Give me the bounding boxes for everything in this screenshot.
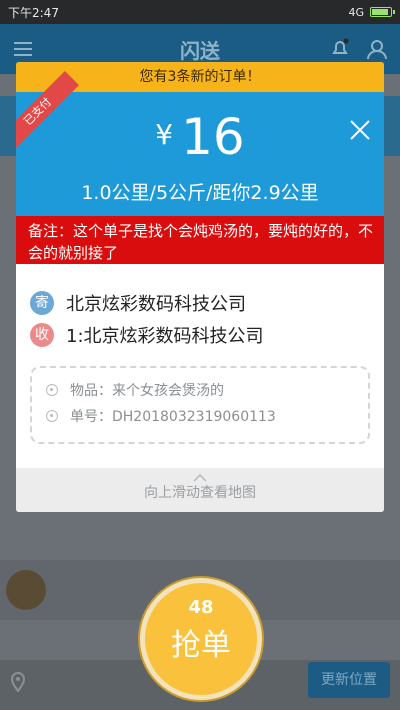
status-time: 下午2:47 [8,5,59,20]
sender-tag: 寄 [30,291,54,315]
chevron-up-icon [193,473,207,482]
receiver-row: 收 1:北京炫彩数码科技公司 [30,322,370,348]
status-bar: 下午2:47 4G [0,0,400,24]
bell-icon[interactable] [330,38,350,58]
order-number-text: 单号：DH2018032319060113 [70,409,276,425]
battery-fill [372,9,389,15]
app-title: 闪送 [180,38,220,63]
status-icons: 4G [348,5,395,19]
battery-icon [370,7,395,17]
price-display: ¥16 [16,108,384,166]
sender-row: 寄 北京炫彩数码科技公司 [30,290,370,316]
receiver-address: 1:北京炫彩数码科技公司 [66,326,264,347]
network-label: 4G [348,5,364,19]
price-amount: 16 [181,108,245,166]
price-panel: 已支付 ¥16 1.0公里/5公斤/距你2.9公里 [16,70,384,216]
order-dot-icon [46,410,58,422]
close-icon[interactable] [348,118,372,142]
order-card: 您有3条新的订单！ 已支付 ¥16 1.0公里/5公斤/距你2.9公里 备注：这… [16,62,384,512]
update-location-button[interactable]: 更新位置 [308,662,390,698]
grab-count: 48 [188,597,214,618]
item-dot-icon [46,384,58,396]
grab-label: 抢单 [171,628,231,663]
order-remark: 备注：这个单子是找个会炖鸡汤的，要炖的好的，不会的就别接了 [16,216,384,264]
sender-address: 北京炫彩数码科技公司 [66,294,246,315]
distance-info: 1.0公里/5公斤/距你2.9公里 [81,182,319,204]
menu-icon[interactable] [14,42,32,56]
grab-order-button[interactable]: 48 抢单 [140,578,262,700]
location-pin-icon [10,672,26,692]
prize-badge-icon [6,570,46,610]
order-number: 单号：DH2018032319060113 [46,406,354,426]
goods-item: 物品：来个女孩会煲汤的 [46,380,354,400]
user-icon[interactable] [366,38,388,60]
slide-up-hint[interactable]: 向上滑动查看地图 [16,468,384,512]
receiver-tag: 收 [30,323,54,347]
slide-hint-text: 向上滑动查看地图 [144,485,256,501]
goods-text: 物品：来个女孩会煲汤的 [70,383,224,399]
goods-box: 物品：来个女孩会煲汤的 单号：DH2018032319060113 [30,366,370,444]
currency-symbol: ¥ [155,118,174,151]
